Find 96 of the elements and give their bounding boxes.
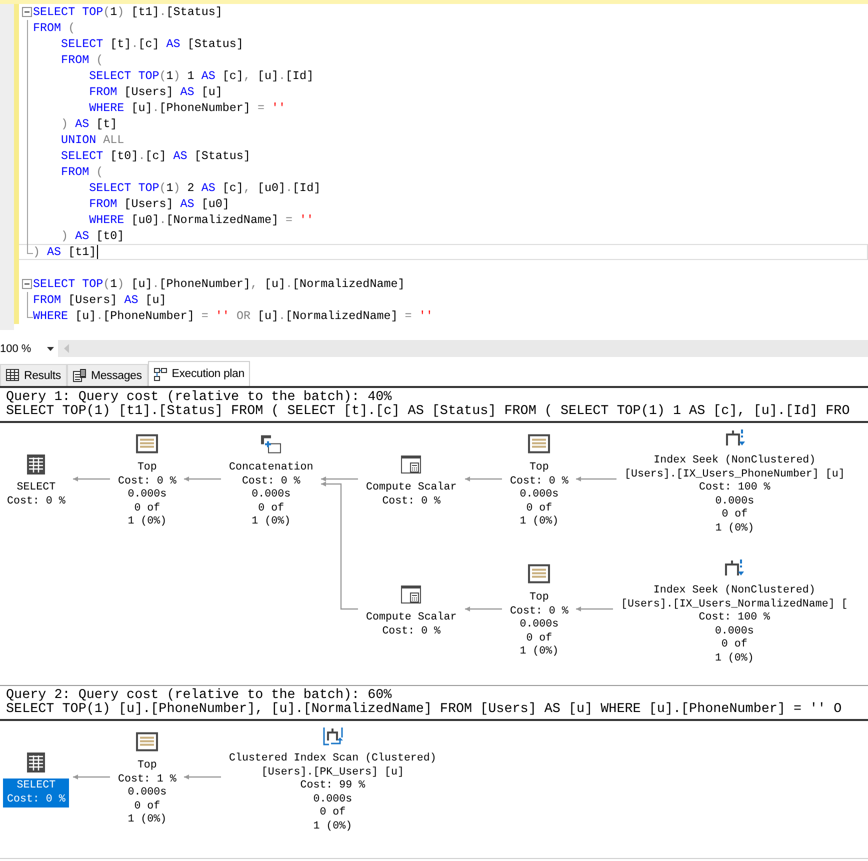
list-icon[interactable]: [527, 432, 552, 456]
operator-name[interactable]: Index Seek (NonClustered): [654, 454, 816, 468]
operator-name[interactable]: SELECT: [16, 780, 56, 793]
operator-stat: 1 (0%): [520, 645, 559, 659]
list-icon[interactable]: [135, 432, 160, 456]
operator-stat: 0.000s: [715, 495, 754, 508]
code-line: SELECT TOP(1) 2 AS [c], [u0].[Id]: [88, 180, 321, 196]
code-line: ) AS [t]: [60, 116, 118, 132]
code-line: FROM (: [60, 52, 104, 68]
code-line: SELECT TOP(1) [t1].[Status]: [33, 4, 222, 20]
operator-stat: 0 of: [721, 638, 748, 652]
operator-stat: 0.000s: [128, 786, 167, 800]
operator-stat: Cost: 100 %: [699, 482, 770, 495]
operator-stat: [Users].[IX_Users_PhoneNumber] [u]: [624, 468, 845, 482]
arrow: [73, 774, 110, 780]
operator-name[interactable]: Top: [137, 759, 157, 773]
code-line: SELECT TOP(1) 1 AS [c], [u].[Id]: [88, 68, 314, 84]
operator-name[interactable]: Clustered Index Scan (Clustered): [229, 752, 436, 766]
code-line: ) AS [t1]: [33, 244, 96, 260]
grid-icon: [6, 369, 19, 382]
operator-stat: 0 of: [526, 632, 552, 646]
operator-stat: Cost: 0 %: [7, 793, 66, 806]
operator-name[interactable]: Compute Scalar: [366, 612, 457, 625]
plan-icon: [154, 368, 167, 380]
operator-stat: [Users].[PK_Users] [u]: [261, 766, 404, 780]
query-cost-header: Query 1: Query cost (relative to the batch): 40%: [6, 391, 392, 405]
code-line: SELECT TOP(1) [u].[PhoneNumber], [u].[NormalizedName]: [33, 276, 405, 292]
operator-stat: [Users].[IX_Users_NormalizedName] [: [621, 598, 848, 612]
operator-stat: 0 of: [258, 502, 284, 516]
operator-stat: Cost: 0 %: [510, 604, 568, 618]
operator-name[interactable]: SELECT: [16, 482, 56, 495]
operator-stat: Cost: 1 %: [118, 772, 176, 786]
tab[interactable]: Execution plan: [148, 361, 250, 386]
list-icon[interactable]: [135, 730, 160, 754]
collapse-icon[interactable]: [22, 7, 32, 17]
code-line: FROM (: [60, 164, 104, 180]
operator-name[interactable]: Top: [137, 461, 157, 475]
code-line: SELECT [t0].[c] AS [Status]: [60, 148, 250, 164]
operator-stat: 0 of: [722, 508, 748, 522]
operator-name[interactable]: Top: [529, 461, 549, 475]
code-line: UNION ALL: [60, 132, 124, 148]
caret-icon: [47, 346, 54, 350]
operator-stat: Cost: 0 %: [242, 474, 300, 488]
collapse-icon[interactable]: [22, 279, 32, 289]
arrow: [576, 606, 613, 612]
arrow: [576, 476, 616, 482]
code-line: WHERE [u].[PhoneNumber] = '' OR [u].[NormalizedName] = '': [33, 308, 433, 324]
operator-name[interactable]: Index Seek (NonClustered): [653, 584, 816, 598]
operator-stat: 0.000s: [520, 618, 559, 632]
operator-stat: Cost: 0 %: [118, 474, 176, 488]
tab[interactable]: Results: [0, 364, 67, 386]
query-sql-text: SELECT TOP(1) [t1].[Status] FROM ( SELECT [t].[c] AS [Status] FROM ( SELECT TOP(1) 1 AS [c], [u].[Id] FRO: [6, 405, 851, 419]
code-line: FROM [Users] AS [u]: [33, 292, 166, 308]
operator-stat: 1 (0%): [128, 813, 167, 827]
operator-stat: 0.000s: [520, 488, 559, 502]
arrow: [465, 606, 502, 612]
code-line: ) AS [t0]: [60, 228, 124, 244]
code-line: WHERE [u0].[NormalizedName] = '': [88, 212, 314, 228]
arrow: [465, 476, 502, 482]
operator-stat: Cost: 0 %: [382, 625, 441, 638]
operator-stat: Cost: 0 %: [7, 495, 66, 508]
query-sql-text: SELECT TOP(1) [u].[PhoneNumber], [u].[NormalizedName] FROM [Users] AS [u] WHERE [u].[PhoneNumber] = '' O: [6, 703, 843, 717]
operator-stat: Cost: 100 %: [698, 612, 770, 625]
code-line: SELECT [t].[c] AS [Status]: [60, 36, 244, 52]
operator-stat: 1 (0%): [128, 515, 167, 529]
operator-stat: 0.000s: [252, 488, 291, 502]
tab[interactable]: Messages: [66, 364, 148, 386]
code-line: FROM (: [33, 20, 76, 36]
operator-stat: Cost: 0 %: [382, 495, 441, 508]
code-line: WHERE [u].[PhoneNumber] = '': [88, 100, 286, 116]
operator-stat: Cost: 0 %: [510, 474, 568, 488]
arrow: [184, 774, 221, 780]
zoom-dropdown[interactable]: 100 %: [0, 340, 58, 357]
arrow: [73, 476, 110, 482]
operator-stat: 1 (0%): [714, 652, 754, 666]
operator-name[interactable]: Compute Scalar: [366, 482, 457, 495]
operator-stat: 0.000s: [313, 793, 352, 806]
operator-stat: 0 of: [134, 502, 160, 516]
operator-stat: 0 of: [320, 806, 346, 820]
operator-stat: 1 (0%): [715, 522, 754, 536]
operator-stat: 0.000s: [128, 488, 167, 502]
operator-stat: 0 of: [526, 502, 552, 516]
operator-stat: 1 (0%): [252, 515, 291, 529]
arrow: [184, 476, 221, 482]
operator-stat: Cost: 99 %: [300, 780, 366, 793]
code-line: FROM [Users] AS [u0]: [88, 196, 230, 212]
query-cost-header: Query 2: Query cost (relative to the batch): 60%: [6, 689, 392, 703]
operator-stat: 0.000s: [714, 625, 754, 638]
code-line: FROM [Users] AS [u]: [88, 84, 222, 100]
operator-name[interactable]: Top: [529, 591, 549, 605]
operator-stat: 1 (0%): [313, 820, 352, 834]
operator-name[interactable]: Concatenation: [229, 461, 314, 475]
document-icon: [72, 369, 86, 382]
operator-stat: 0 of: [134, 800, 160, 814]
list-icon[interactable]: [527, 562, 552, 586]
operator-stat: 1 (0%): [520, 515, 559, 529]
